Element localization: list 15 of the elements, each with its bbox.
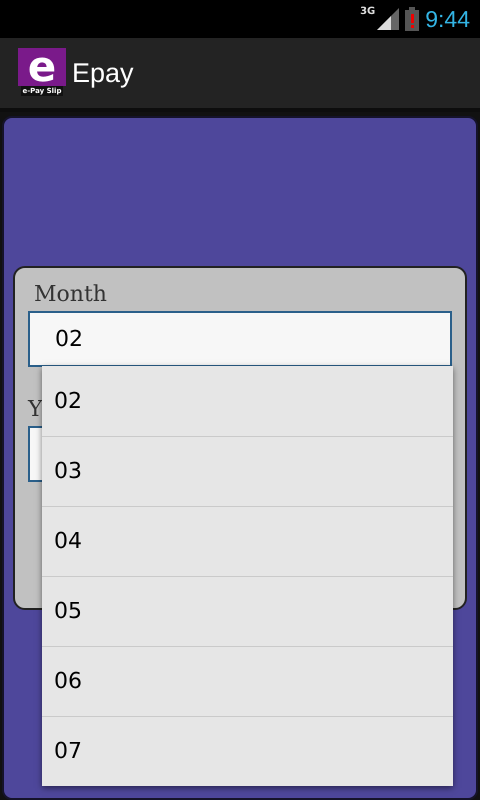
- dropdown-option[interactable]: 02: [42, 366, 453, 436]
- field-label: Y: [28, 397, 43, 422]
- app-logo: e: [18, 48, 66, 86]
- battery-alert-icon: [405, 7, 420, 31]
- dropdown-option[interactable]: 03: [42, 436, 453, 506]
- app-title: Epay: [72, 58, 134, 88]
- field-label: Month: [33, 282, 107, 307]
- dropdown-option[interactable]: 06: [42, 646, 453, 716]
- dropdown-option[interactable]: 05: [42, 576, 453, 646]
- signal-icon: [377, 8, 400, 30]
- dropdown-option[interactable]: 04: [42, 506, 453, 576]
- network-type: 3G: [360, 6, 376, 17]
- dropdown-field[interactable]: 02: [28, 311, 452, 367]
- dropdown-option[interactable]: 07: [42, 716, 453, 786]
- clock: 9:44: [425, 6, 470, 32]
